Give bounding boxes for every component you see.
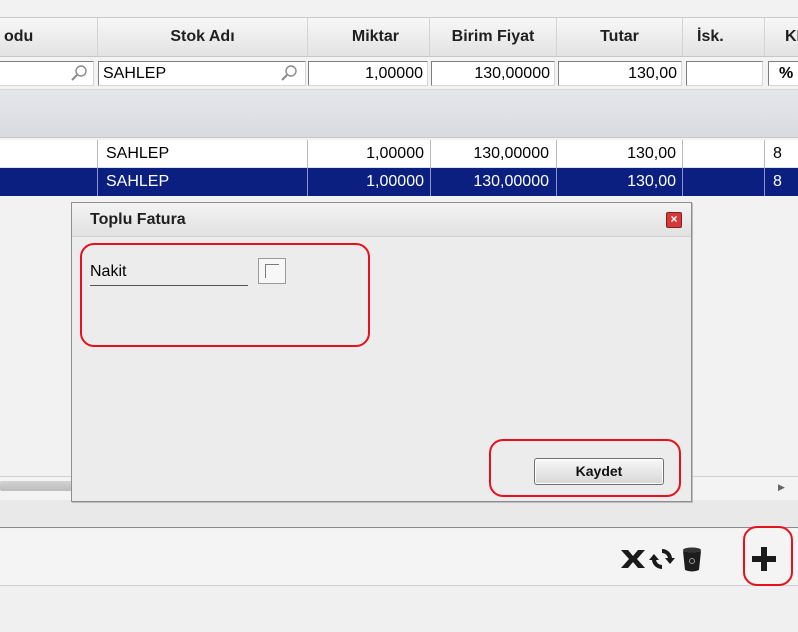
col-header-birim-fiyat[interactable]: Birim Fiyat (430, 18, 557, 56)
scrollbar-thumb[interactable] (0, 481, 72, 491)
close-icon[interactable]: × (666, 212, 682, 228)
tutar-filter-input[interactable]: 130,00 (558, 61, 682, 86)
col-header-kdv[interactable]: KD (765, 18, 798, 56)
table-row-selected[interactable]: SAHLEP 1,00000 130,00000 130,00 8 (0, 168, 798, 196)
kdv-filter-input[interactable]: % (768, 61, 798, 86)
trash-icon[interactable] (677, 544, 707, 574)
footer-area (0, 586, 798, 632)
miktar-cell: 1,00000 (308, 140, 431, 168)
tutar-cell: 130,00 (557, 168, 683, 196)
separator-strip (0, 500, 798, 528)
birim-fiyat-filter-input[interactable]: 130,00000 (431, 61, 555, 86)
miktar-cell: 1,00000 (308, 168, 431, 196)
isk-cell (683, 140, 765, 168)
search-icon[interactable] (280, 64, 298, 82)
birim-fiyat-cell: 130,00000 (431, 168, 557, 196)
group-band (0, 90, 798, 138)
stok-adi-cell: SAHLEP (98, 140, 308, 168)
col-header-miktar[interactable]: Miktar (308, 18, 430, 56)
table-row[interactable]: SAHLEP 1,00000 130,00000 130,00 8 (0, 140, 798, 168)
isk-filter-input[interactable] (686, 61, 763, 86)
refresh-icon[interactable] (647, 544, 677, 574)
annotation-nakit-highlight (80, 243, 370, 347)
annotation-save-highlight (489, 439, 681, 497)
annotation-add-highlight (743, 526, 793, 586)
cancel-x-icon[interactable] (618, 544, 648, 574)
birim-fiyat-cell: 130,00000 (431, 140, 557, 168)
stok-adi-cell: SAHLEP (98, 168, 308, 196)
search-icon[interactable] (70, 64, 88, 82)
miktar-filter-input[interactable]: 1,00000 (308, 61, 428, 86)
tutar-cell: 130,00 (557, 140, 683, 168)
col-header-kodu[interactable]: odu (0, 18, 98, 56)
isk-cell (683, 168, 765, 196)
col-header-stok-adi[interactable]: Stok Adı (98, 18, 308, 56)
stok-adi-filter-input[interactable]: SAHLEP (98, 61, 306, 86)
col-header-tutar[interactable]: Tutar (557, 18, 683, 56)
kdv-cell: 8 (773, 173, 782, 190)
grid-header: odu Stok Adı Miktar Birim Fiyat Tutar İs… (0, 17, 798, 57)
filter-row: SAHLEP 1,00000 130,00000 130,00 % (0, 57, 798, 90)
kdv-cell: 8 (773, 145, 782, 162)
dialog-title: Toplu Fatura (72, 203, 691, 237)
kodu-cell (0, 140, 98, 168)
col-header-isk[interactable]: İsk. (683, 18, 765, 56)
scroll-right-arrow-icon[interactable]: ▶ (778, 479, 788, 495)
kodu-cell (0, 168, 98, 196)
